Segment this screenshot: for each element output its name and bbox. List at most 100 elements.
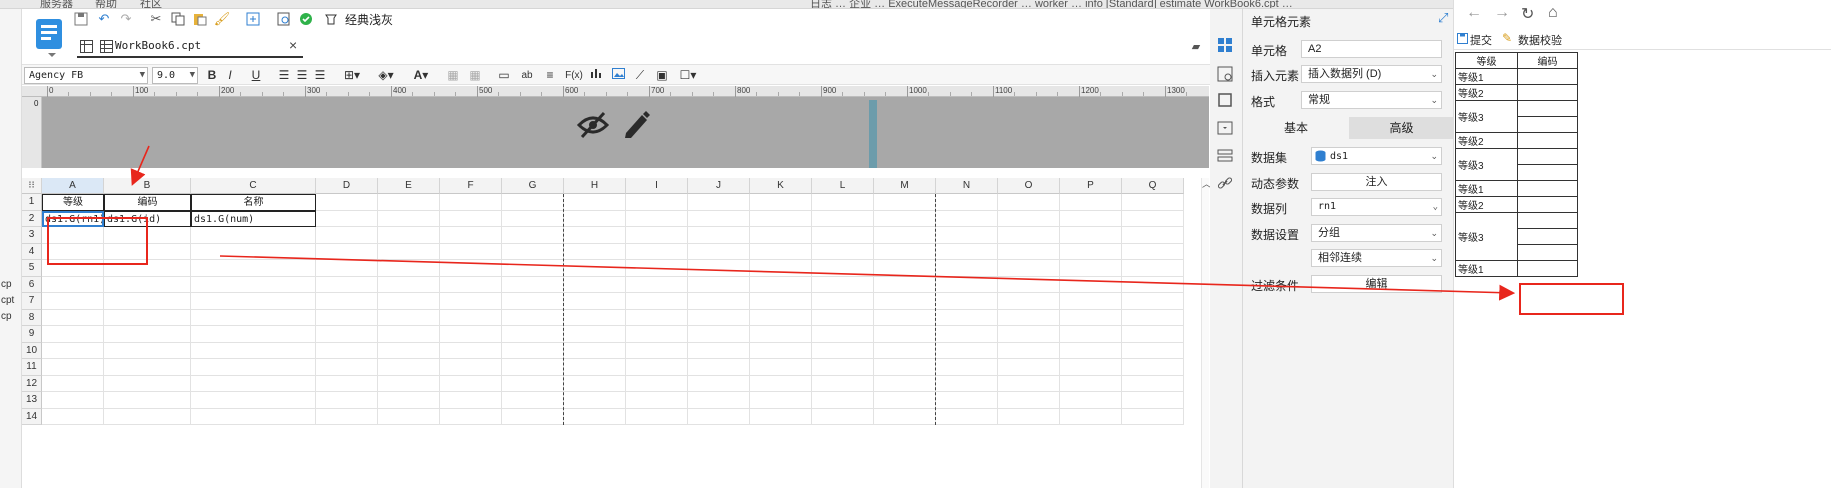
italic-button[interactable]: I (223, 67, 237, 84)
header-cell[interactable]: 等级 (42, 194, 104, 211)
inject-button[interactable]: 注入 (1311, 173, 1442, 191)
header-cell[interactable]: 编码 (104, 194, 191, 211)
close-icon[interactable]: × (289, 37, 297, 53)
collapse-icon[interactable]: ⤢ (1438, 10, 1448, 26)
filter-edit-button[interactable]: 编辑 (1311, 275, 1442, 293)
save-icon[interactable] (72, 10, 90, 28)
link-icon[interactable] (1216, 174, 1234, 192)
dataset-select[interactable]: ds1 ⌄ (1311, 147, 1442, 165)
widget-icon[interactable]: ▣ (654, 67, 670, 84)
menu-item-community[interactable]: 社区 (140, 0, 162, 8)
font-size-select[interactable]: 9.0 ▼ (152, 67, 198, 84)
row-header[interactable]: 8 (22, 309, 42, 326)
vertical-scrollbar[interactable]: ︿ (1201, 178, 1211, 488)
slash-icon[interactable]: ⟋ (632, 67, 648, 84)
font-family-select[interactable]: Agency FB ▼ (24, 67, 148, 84)
row-header[interactable]: 11 (22, 359, 42, 376)
column-header[interactable]: M (874, 178, 936, 194)
insert-element-select[interactable]: 插入数据列 (D) ⌄ (1301, 65, 1442, 83)
column-header[interactable]: E (378, 178, 440, 194)
column-header[interactable]: P (1060, 178, 1122, 194)
formula-button[interactable]: F(x) (564, 67, 584, 84)
border-icon[interactable]: ⊞▾ (340, 67, 364, 84)
grid-corner[interactable]: ⁝⁝ (22, 178, 42, 194)
theme-icon[interactable] (322, 10, 340, 28)
bold-button[interactable]: B (205, 67, 219, 84)
unmerge-icon[interactable]: ▦ (468, 67, 482, 84)
theme-label[interactable]: 经典浅灰 (345, 11, 393, 28)
verify-button[interactable]: 数据校验 (1518, 32, 1562, 48)
paste-icon[interactable] (191, 10, 209, 28)
cell-attribute-icon[interactable] (1216, 65, 1234, 83)
file-tab[interactable]: WorkBook6.cpt × (77, 34, 303, 58)
copy-icon[interactable] (169, 10, 187, 28)
cell-field[interactable]: A2 (1301, 40, 1442, 58)
format-select[interactable]: 常规 ⌄ (1301, 91, 1442, 109)
row-header[interactable]: 2 (22, 210, 42, 227)
sub-report-icon[interactable]: ☐▾ (676, 67, 700, 84)
row-header[interactable]: 9 (22, 326, 42, 343)
column-header[interactable]: C (191, 178, 316, 194)
tab-basic[interactable]: 基本 (1243, 117, 1349, 139)
underline-button[interactable]: U (249, 67, 263, 84)
data-column-select[interactable]: rn1 ⌄ (1311, 198, 1442, 216)
undo-icon[interactable]: ↶ (95, 10, 113, 28)
column-header[interactable]: I (626, 178, 688, 194)
row-header[interactable]: 1 (22, 194, 42, 211)
report-header-area[interactable] (22, 97, 1209, 168)
column-header[interactable]: O (998, 178, 1060, 194)
text-tool-button[interactable]: ab (519, 67, 535, 84)
format-painter-icon[interactable]: 🖌 (213, 10, 231, 28)
row-header[interactable]: 4 (22, 243, 42, 260)
row-header[interactable]: 7 (22, 293, 42, 310)
hide-icon[interactable] (577, 111, 609, 139)
back-icon[interactable]: ← (1466, 4, 1482, 22)
column-header[interactable]: F (440, 178, 502, 194)
home-icon[interactable]: ⌂ (1548, 4, 1558, 22)
param-icon[interactable] (244, 10, 262, 28)
submit-button[interactable]: 提交 (1470, 32, 1492, 48)
column-header[interactable]: L (812, 178, 874, 194)
refresh-icon[interactable]: ↻ (1521, 4, 1534, 24)
column-header[interactable]: K (750, 178, 812, 194)
group-mode-select[interactable]: 相邻连续 ⌄ (1311, 249, 1442, 267)
column-header[interactable]: B (104, 178, 191, 194)
align-center-icon[interactable]: ☰ (295, 67, 309, 84)
column-header[interactable]: H (564, 178, 626, 194)
column-header[interactable]: D (316, 178, 378, 194)
row-header[interactable]: 14 (22, 408, 42, 425)
template-icon[interactable] (32, 15, 72, 61)
row-header[interactable]: 5 (22, 260, 42, 277)
chart-icon[interactable] (588, 67, 604, 84)
fill-color-icon[interactable]: ◈▾ (374, 67, 398, 84)
image-icon[interactable] (610, 67, 626, 84)
header-cell[interactable]: 名称 (191, 194, 316, 211)
column-header[interactable]: A (42, 178, 104, 194)
check-circle-icon[interactable] (297, 10, 315, 28)
data-cell[interactable]: ds1.G(num) (191, 210, 316, 227)
column-header[interactable]: N (936, 178, 998, 194)
edit-icon[interactable] (622, 109, 650, 139)
paragraph-icon[interactable]: ≡ (542, 67, 558, 84)
preview-icon[interactable] (275, 10, 293, 28)
cell-element-icon[interactable] (1216, 36, 1234, 54)
data-setting-select[interactable]: 分组 ⌄ (1311, 224, 1442, 242)
merge-icon[interactable]: ▦ (446, 67, 460, 84)
insert-cell-icon[interactable]: ▭ (496, 67, 512, 84)
widget-settings-icon[interactable] (1216, 91, 1234, 109)
column-header[interactable]: G (502, 178, 564, 194)
row-header[interactable]: 10 (22, 342, 42, 359)
row-header[interactable]: 12 (22, 375, 42, 392)
condition-icon[interactable] (1216, 119, 1234, 137)
row-header[interactable]: 13 (22, 392, 42, 409)
menu-item-help[interactable]: 帮助 (95, 0, 117, 8)
data-cell[interactable]: ds1.G(id) (104, 210, 191, 227)
font-color-icon[interactable]: A▾ (408, 67, 434, 84)
redo-icon[interactable]: ↷ (117, 10, 135, 28)
align-left-icon[interactable]: ☰ (277, 67, 291, 84)
forward-icon[interactable]: → (1494, 4, 1510, 22)
tab-advanced[interactable]: 高级 (1349, 117, 1454, 139)
column-header[interactable]: J (688, 178, 750, 194)
align-right-icon[interactable]: ☰ (313, 67, 327, 84)
expand-icon[interactable]: ▰ (1187, 37, 1205, 55)
